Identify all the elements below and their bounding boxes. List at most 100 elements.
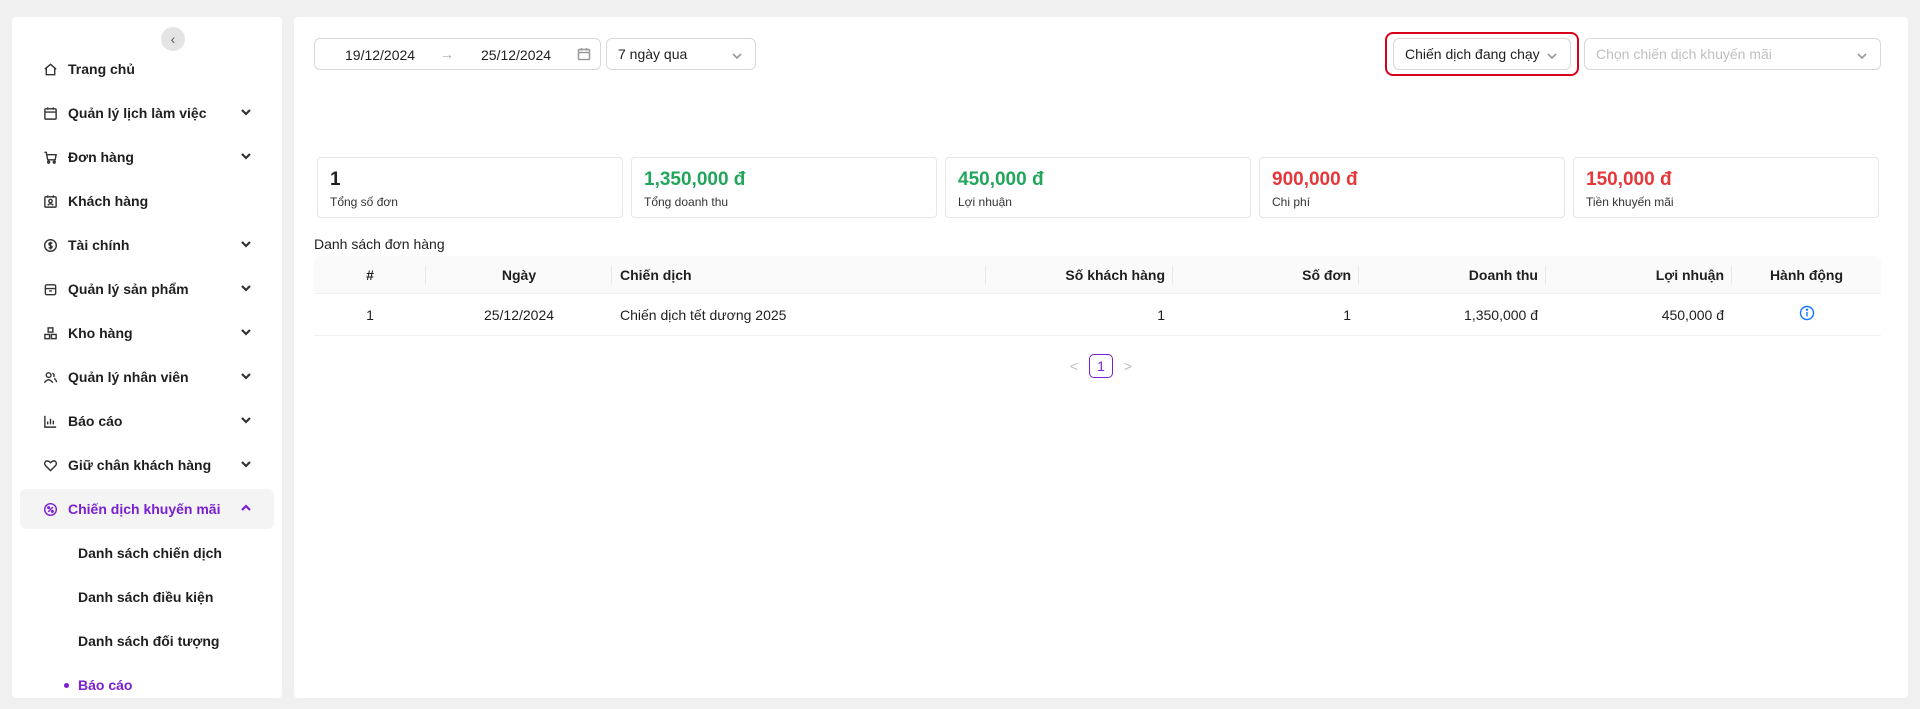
column-header: Doanh thu (1359, 256, 1546, 293)
orders-table: # Ngày Chiến dịch Số khách hàng Số đơn D… (314, 256, 1881, 336)
dollar-circle-icon (42, 237, 58, 253)
column-header: # (314, 256, 426, 293)
stat-card-total-revenue: 1,350,000 đ Tổng doanh thu (631, 157, 937, 218)
sidebar-item-orders[interactable]: Đơn hàng (20, 137, 274, 177)
stat-value: 1,350,000 đ (644, 169, 746, 190)
sidebar-item-warehouse[interactable]: Kho hàng (20, 313, 274, 353)
campaign-status-highlight: Chiến dịch đang chạy (1385, 32, 1579, 76)
chevron-down-icon (240, 149, 256, 165)
sidebar-subitem-label: Danh sách đối tượng (78, 633, 220, 649)
bar-chart-icon (42, 413, 58, 429)
sidebar-item-promotions[interactable]: Chiến dịch khuyến mãi (20, 489, 274, 529)
stat-label: Tổng doanh thu (644, 195, 729, 209)
column-header: Số khách hàng (986, 256, 1173, 293)
sidebar-item-products[interactable]: Quản lý sản phẩm (20, 269, 274, 309)
chevron-down-icon (240, 105, 256, 121)
sidebar-item-label: Giữ chân khách hàng (68, 457, 212, 473)
stats-row: 1 Tổng số đơn 1,350,000 đ Tổng doanh thu… (317, 157, 1881, 218)
order-list-title: Danh sách đơn hàng (314, 236, 445, 252)
column-header: Số đơn (1173, 256, 1359, 293)
sidebar-item-home[interactable]: Trang chủ (20, 49, 274, 89)
users-icon (42, 369, 58, 385)
chevron-down-icon (240, 413, 256, 429)
calendar-icon (42, 105, 58, 121)
sidebar-subitem-condition-list[interactable]: Danh sách điều kiện (20, 577, 274, 617)
stat-value: 900,000 đ (1272, 169, 1358, 190)
contact-card-icon (42, 193, 58, 209)
stat-label: Tổng số đơn (330, 195, 398, 209)
chevron-down-icon (240, 457, 256, 473)
date-range-picker[interactable]: 19/12/2024 → 25/12/2024 (314, 38, 601, 70)
sidebar-item-label: Quản lý sản phẩm (68, 281, 189, 297)
stat-label: Tiền khuyến mãi (1586, 195, 1674, 209)
sidebar-item-schedule[interactable]: Quản lý lịch làm việc (20, 93, 274, 133)
sidebar: ‹ Trang chủ Quản lý lịch làm việc Đơn hà… (12, 17, 282, 698)
column-header: Chiến dịch (612, 256, 986, 293)
stat-card-profit: 450,000 đ Lợi nhuận (945, 157, 1251, 218)
stat-card-total-orders: 1 Tổng số đơn (317, 157, 623, 218)
column-header: Hành động (1769, 266, 1844, 283)
sidebar-subitem-label: Danh sách điều kiện (78, 589, 214, 605)
main-content: 19/12/2024 → 25/12/2024 7 ngày qua Chiến… (294, 17, 1908, 698)
chevron-left-icon: ‹ (170, 31, 176, 47)
sidebar-item-label: Báo cáo (68, 413, 123, 429)
pagination-page-button[interactable]: 1 (1089, 354, 1113, 378)
stat-label: Chi phí (1272, 195, 1311, 209)
stat-value: 450,000 đ (958, 169, 1044, 190)
collapse-sidebar-button[interactable]: ‹ (161, 27, 185, 51)
chevron-down-icon (1546, 49, 1558, 61)
stat-value: 1 (330, 169, 341, 190)
pagination-next-button[interactable]: > (1121, 358, 1135, 374)
table-cell: 1 (1343, 306, 1351, 323)
chevron-down-icon (240, 325, 256, 341)
table-cell: 1,350,000 đ (1464, 306, 1538, 323)
table-cell: Chiến dịch tết dương 2025 (620, 306, 787, 323)
discount-icon (42, 501, 58, 517)
campaign-status-select[interactable]: Chiến dịch đang chạy (1393, 38, 1571, 70)
date-start[interactable]: 19/12/2024 (345, 47, 415, 63)
home-icon (42, 61, 58, 77)
arrow-right-icon: → (440, 46, 454, 62)
sidebar-item-label: Trang chủ (68, 61, 135, 77)
sidebar-item-reports[interactable]: Báo cáo (20, 401, 274, 441)
sidebar-item-label: Đơn hàng (68, 149, 134, 165)
sidebar-item-finance[interactable]: Tài chính (20, 225, 274, 265)
sidebar-item-label: Tài chính (68, 237, 130, 253)
sidebar-item-label: Khách hàng (68, 193, 149, 209)
chevron-down-icon (240, 281, 256, 297)
sidebar-subitem-target-list[interactable]: Danh sách đối tượng (20, 621, 274, 661)
table-cell-actions (1732, 294, 1881, 335)
sidebar-subitem-campaign-list[interactable]: Danh sách chiến dịch (20, 533, 274, 573)
sidebar-subitem-label: Báo cáo (78, 677, 133, 693)
sidebar-subitem-report[interactable]: Báo cáo (20, 665, 274, 705)
table-header: # Ngày Chiến dịch Số khách hàng Số đơn D… (314, 256, 1881, 294)
sidebar-item-retention[interactable]: Giữ chân khách hàng (20, 445, 274, 485)
chevron-down-icon (1856, 49, 1868, 61)
date-end[interactable]: 25/12/2024 (481, 47, 551, 63)
column-header: Ngày (426, 256, 612, 293)
stat-value: 150,000 đ (1586, 169, 1672, 190)
sidebar-item-label: Quản lý nhân viên (68, 369, 189, 385)
calendar-icon (577, 47, 591, 61)
campaign-select[interactable]: Chọn chiến dịch khuyến mãi (1584, 38, 1881, 70)
campaign-status-value: Chiến dịch đang chạy (1405, 46, 1540, 62)
period-select-value: 7 ngày qua (618, 46, 688, 62)
table-row: 1 25/12/2024 Chiến dịch tết dương 2025 1… (314, 294, 1881, 336)
sidebar-item-customers[interactable]: Khách hàng (20, 181, 274, 221)
campaign-select-placeholder: Chọn chiến dịch khuyến mãi (1596, 46, 1772, 62)
box-icon (42, 281, 58, 297)
table-cell: 1 (1157, 306, 1165, 323)
sidebar-item-employees[interactable]: Quản lý nhân viên (20, 357, 274, 397)
sidebar-item-label: Chiến dịch khuyến mãi (68, 501, 221, 517)
stat-card-cost: 900,000 đ Chi phí (1259, 157, 1565, 218)
cart-icon (42, 149, 58, 165)
sidebar-item-label: Quản lý lịch làm việc (68, 105, 207, 121)
stat-label: Lợi nhuận (958, 195, 1012, 209)
pagination-prev-button[interactable]: < (1067, 358, 1081, 374)
info-icon[interactable] (1799, 305, 1815, 324)
pagination: < 1 > (1067, 354, 1135, 378)
period-select[interactable]: 7 ngày qua (606, 38, 756, 70)
sidebar-subitem-label: Danh sách chiến dịch (78, 545, 222, 561)
chevron-down-icon (240, 237, 256, 253)
chevron-down-icon (240, 369, 256, 385)
